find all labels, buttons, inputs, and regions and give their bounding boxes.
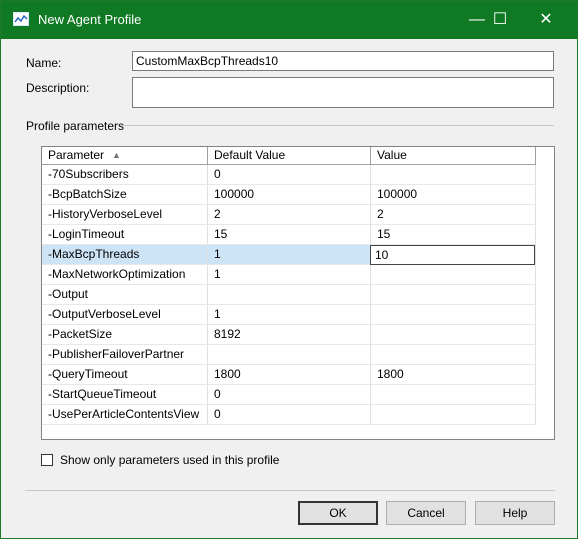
ok-button[interactable]: OK <box>298 501 378 525</box>
name-label: Name: <box>26 56 62 70</box>
maximize-icon: ☐ <box>492 11 508 28</box>
column-header-label: Parameter <box>48 148 105 162</box>
cell-default-value: 0 <box>208 405 371 425</box>
sort-ascending-icon: ▲ <box>112 150 121 160</box>
cell-parameter: -UsePerArticleContentsView <box>42 405 208 425</box>
cell-default-value <box>208 285 371 305</box>
cell-parameter: -HistoryVerboseLevel <box>42 205 208 225</box>
table-row[interactable]: -LoginTimeout 15 15 <box>42 225 536 245</box>
maximize-button[interactable]: ☐ <box>477 1 523 39</box>
cell-default-value: 100000 <box>208 185 371 205</box>
cell-value[interactable] <box>371 285 536 305</box>
cell-default-value <box>208 345 371 365</box>
parameters-grid[interactable]: Parameter ▲ Default Value Value -70Subsc… <box>41 146 555 440</box>
cell-value[interactable] <box>371 405 536 425</box>
cell-parameter: -OutputVerboseLevel <box>42 305 208 325</box>
cell-parameter: -BcpBatchSize <box>42 185 208 205</box>
cell-parameter: -PublisherFailoverPartner <box>42 345 208 365</box>
table-row[interactable]: -PacketSize 8192 <box>42 325 536 345</box>
profile-parameters-label: Profile parameters <box>26 119 125 133</box>
cell-default-value: 1800 <box>208 365 371 385</box>
table-row[interactable]: -PublisherFailoverPartner <box>42 345 536 365</box>
close-button[interactable]: ✕ <box>523 1 569 39</box>
column-header-default-value[interactable]: Default Value <box>208 147 371 165</box>
window-title: New Agent Profile <box>38 12 142 27</box>
cell-parameter: -LoginTimeout <box>42 225 208 245</box>
table-row[interactable]: -Output <box>42 285 536 305</box>
group-divider <box>121 125 554 126</box>
cell-parameter: -PacketSize <box>42 325 208 345</box>
table-row[interactable]: -OutputVerboseLevel 1 <box>42 305 536 325</box>
cell-parameter: -StartQueueTimeout <box>42 385 208 405</box>
cell-value[interactable] <box>371 165 536 185</box>
value-edit-field[interactable]: 10 <box>370 245 535 265</box>
cell-value[interactable] <box>371 325 536 345</box>
column-header-value[interactable]: Value <box>371 147 536 165</box>
cell-default-value: 0 <box>208 165 371 185</box>
cell-value[interactable] <box>371 385 536 405</box>
cell-parameter: -MaxBcpThreads <box>42 245 208 265</box>
title-bar: New Agent Profile — ☐ ✕ <box>1 1 577 39</box>
table-row[interactable]: -70Subscribers 0 <box>42 165 536 185</box>
cell-default-value: 1 <box>208 245 371 265</box>
cell-default-value: 0 <box>208 385 371 405</box>
table-row[interactable]: -BcpBatchSize 100000 100000 <box>42 185 536 205</box>
cell-default-value: 1 <box>208 265 371 285</box>
table-row[interactable]: -MaxBcpThreads 1 10 <box>42 245 536 265</box>
cell-parameter: -MaxNetworkOptimization <box>42 265 208 285</box>
cell-default-value: 15 <box>208 225 371 245</box>
table-row[interactable]: -HistoryVerboseLevel 2 2 <box>42 205 536 225</box>
cell-parameter: -70Subscribers <box>42 165 208 185</box>
footer-divider <box>25 490 555 491</box>
cell-value[interactable]: 1800 <box>371 365 536 385</box>
cell-value[interactable] <box>371 265 536 285</box>
cell-value[interactable]: 2 <box>371 205 536 225</box>
cell-value[interactable] <box>371 305 536 325</box>
table-row[interactable]: -QueryTimeout 1800 1800 <box>42 365 536 385</box>
cell-value[interactable] <box>371 345 536 365</box>
column-header-parameter[interactable]: Parameter ▲ <box>42 147 208 165</box>
show-used-params-checkbox[interactable] <box>41 454 53 466</box>
app-icon <box>13 12 29 26</box>
cell-parameter: -Output <box>42 285 208 305</box>
cell-parameter: -QueryTimeout <box>42 365 208 385</box>
table-row[interactable]: -UsePerArticleContentsView 0 <box>42 405 536 425</box>
table-row[interactable]: -MaxNetworkOptimization 1 <box>42 265 536 285</box>
table-row[interactable]: -StartQueueTimeout 0 <box>42 385 536 405</box>
name-field[interactable]: CustomMaxBcpThreads10 <box>132 51 554 71</box>
cancel-button[interactable]: Cancel <box>386 501 466 525</box>
cell-default-value: 8192 <box>208 325 371 345</box>
dialog-window: New Agent Profile — ☐ ✕ Name: CustomMaxB… <box>0 0 578 539</box>
cell-value[interactable]: 100000 <box>371 185 536 205</box>
close-icon: ✕ <box>539 11 553 28</box>
cell-default-value: 1 <box>208 305 371 325</box>
show-used-params-label: Show only parameters used in this profil… <box>60 453 280 467</box>
help-button[interactable]: Help <box>475 501 555 525</box>
description-label: Description: <box>26 81 90 95</box>
cell-default-value: 2 <box>208 205 371 225</box>
description-field[interactable] <box>132 77 554 108</box>
cell-value[interactable]: 15 <box>371 225 536 245</box>
